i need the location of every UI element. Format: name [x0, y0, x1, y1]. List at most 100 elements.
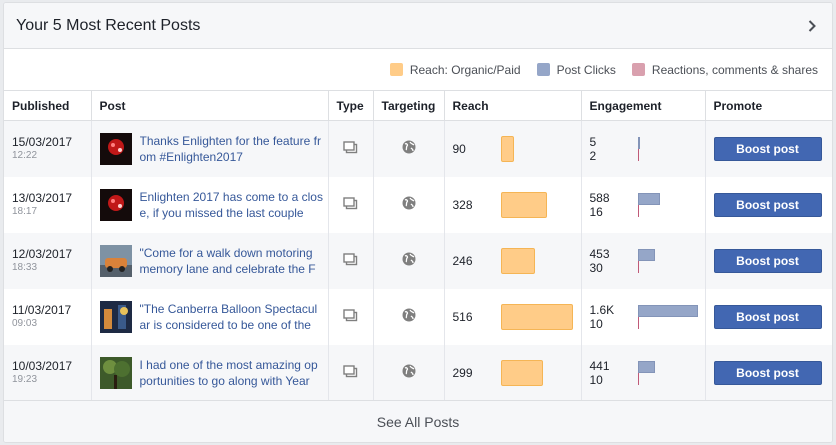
legend-label: Reactions, comments & shares [651, 62, 818, 77]
legend-label: Post Clicks [556, 62, 616, 77]
reach-cell: 299 [443, 344, 581, 401]
post-thumbnail[interactable] [99, 244, 132, 277]
promote-cell: Boost post [704, 288, 832, 345]
table-row: 10/03/2017 19:23 I had one of the most a… [4, 344, 832, 401]
column-header-targeting[interactable]: Targeting [372, 90, 444, 121]
targeting-cell [372, 176, 444, 233]
type-cell [327, 344, 373, 401]
globe-icon [402, 252, 416, 269]
published-cell: 12/03/2017 18:33 [4, 232, 91, 289]
reach-bar [500, 359, 543, 386]
published-cell: 13/03/2017 18:17 [4, 176, 91, 233]
boost-post-button[interactable]: Boost post [713, 304, 822, 329]
boost-post-button[interactable]: Boost post [713, 360, 822, 385]
type-cell [327, 120, 373, 177]
published-cell: 10/03/2017 19:23 [4, 344, 91, 401]
post-thumbnail[interactable] [99, 300, 132, 333]
post-thumbnail[interactable] [99, 132, 132, 165]
post-clicks-bar [637, 136, 640, 149]
post-clicks-bar [637, 360, 655, 373]
post-clicks-value: 588 [589, 190, 610, 205]
status-icon [343, 141, 358, 157]
boost-post-button[interactable]: Boost post [713, 248, 822, 273]
post-thumbnail[interactable] [99, 356, 132, 389]
reach-value: 90 [452, 141, 466, 156]
reactions-value: 10 [589, 316, 603, 331]
reach-value: 299 [452, 365, 473, 380]
post-cell: "Come for a walk down motoring memory la… [90, 232, 328, 289]
type-cell [327, 176, 373, 233]
post-date: 13/03/2017 [12, 191, 73, 205]
reach-bar [500, 303, 573, 330]
post-text-link[interactable]: "The Canberra Balloon Spectacular is con… [140, 301, 324, 333]
type-cell [327, 288, 373, 345]
post-time: 18:17 [12, 206, 38, 217]
post-clicks-bar [637, 304, 698, 317]
column-header-published[interactable]: Published [4, 90, 91, 121]
legend-swatch [536, 63, 550, 76]
post-clicks-bar [637, 248, 655, 261]
status-icon [343, 252, 358, 269]
post-text-link[interactable]: I had one of the most amazing opportunit… [140, 357, 324, 389]
post-text-link[interactable]: Enlighten 2017 has come to a close, if y… [140, 189, 324, 221]
globe-icon [402, 196, 416, 213]
chart-legend: Reach: Organic/Paid Post Clicks Reaction… [4, 49, 832, 90]
panel-title: Your 5 Most Recent Posts [16, 16, 201, 34]
post-cell: Enlighten 2017 has come to a close, if y… [90, 176, 328, 233]
reach-bar [500, 135, 514, 162]
post-date: 11/03/2017 [12, 303, 72, 317]
targeting-cell [372, 344, 444, 401]
legend-swatch [389, 63, 403, 76]
reactions-value: 10 [589, 372, 603, 387]
chevron-right-icon[interactable] [804, 18, 820, 34]
legend-item-reach: Reach: Organic/Paid [389, 62, 521, 77]
recent-posts-panel: Your 5 Most Recent Posts Reach: Organic/… [3, 2, 833, 443]
post-time: 12:22 [12, 150, 38, 162]
column-header-engagement[interactable]: Engagement [580, 90, 705, 121]
legend-item-clicks: Post Clicks [536, 62, 616, 77]
published-cell: 15/03/2017 12:22 [4, 120, 91, 177]
post-date: 12/03/2017 [12, 247, 73, 261]
reactions-bar [637, 148, 639, 161]
post-time: 19:23 [12, 374, 38, 385]
published-cell: 11/03/2017 09:03 [4, 288, 91, 345]
reactions-bar [637, 204, 639, 217]
reach-cell: 516 [443, 288, 581, 345]
column-header-reach[interactable]: Reach [443, 90, 581, 121]
table-row: 15/03/2017 12:22 Thanks Enlighten for th… [4, 120, 832, 177]
table-row: 11/03/2017 09:03 "The Canberra Balloon S… [4, 288, 832, 345]
column-header-type[interactable]: Type [327, 90, 373, 121]
engagement-cell: 453 30 [580, 232, 705, 289]
status-icon [343, 364, 358, 381]
post-thumbnail[interactable] [99, 188, 132, 221]
reach-value: 516 [452, 309, 473, 324]
column-header-promote[interactable]: Promote [704, 90, 832, 121]
globe-icon [402, 364, 416, 381]
post-cell: "The Canberra Balloon Spectacular is con… [90, 288, 328, 345]
status-icon [343, 308, 358, 325]
post-text-link[interactable]: Thanks Enlighten for the feature from #E… [140, 133, 324, 165]
post-clicks-bar [637, 192, 660, 205]
legend-label: Reach: Organic/Paid [409, 62, 521, 77]
targeting-cell [372, 232, 444, 289]
reactions-bar [637, 372, 639, 385]
table-row: 13/03/2017 18:17 Enlighten 2017 has come… [4, 176, 832, 233]
reach-bar [500, 247, 535, 274]
reactions-bar [637, 316, 639, 329]
post-date: 15/03/2017 [12, 135, 73, 150]
post-time: 18:33 [12, 262, 38, 273]
type-cell [327, 232, 373, 289]
posts-table: Published Post Type Targeting Reach Enga… [4, 90, 832, 401]
column-header-post[interactable]: Post [90, 90, 328, 121]
boost-post-button[interactable]: Boost post [713, 192, 822, 217]
post-clicks-value: 441 [589, 358, 610, 373]
reach-cell: 246 [443, 232, 581, 289]
table-header-row: Published Post Type Targeting Reach Enga… [4, 90, 832, 121]
post-text-link[interactable]: "Come for a walk down motoring memory la… [140, 245, 324, 277]
promote-cell: Boost post [704, 344, 832, 401]
reach-value: 328 [452, 197, 473, 212]
post-cell: I had one of the most amazing opportunit… [90, 344, 328, 401]
see-all-posts-link[interactable]: See All Posts [4, 400, 832, 442]
post-time: 09:03 [12, 318, 38, 329]
boost-post-button[interactable]: Boost post [713, 136, 822, 161]
